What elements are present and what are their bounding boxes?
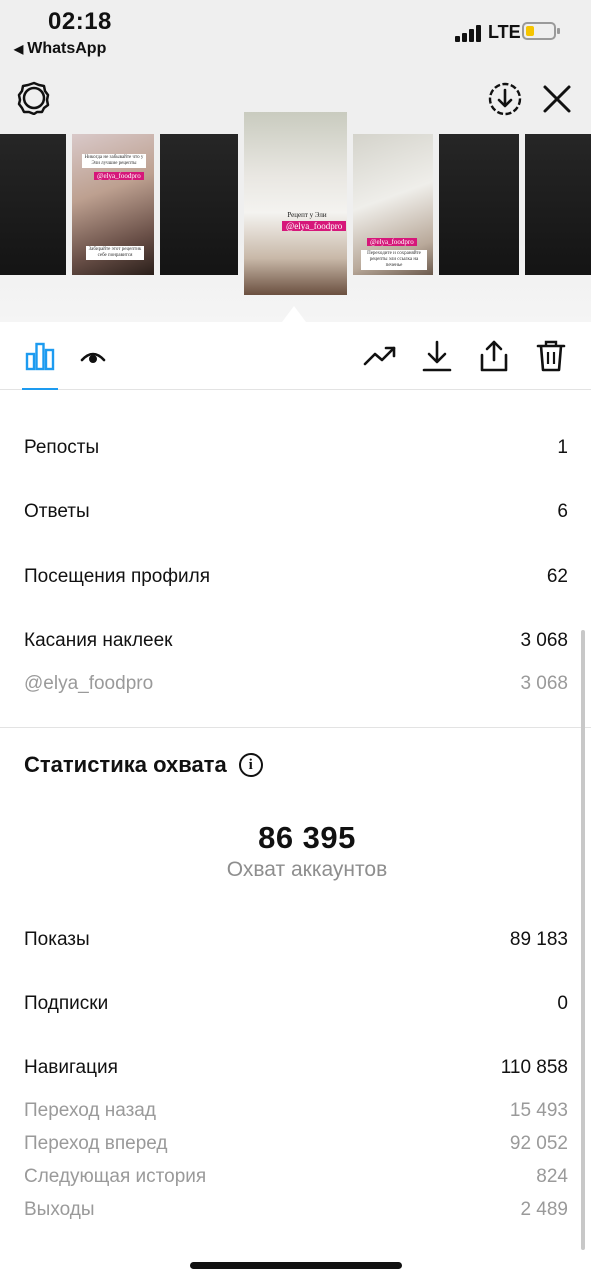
stat-value: 110 858: [500, 1057, 568, 1078]
reach-section-title: Статистика охвата i: [24, 752, 263, 778]
stat-label: @elya_foodpro: [24, 673, 154, 694]
story-thumbnail[interactable]: [439, 134, 519, 275]
active-tab-indicator: [22, 388, 58, 390]
back-arrow-icon: ◀: [14, 42, 24, 56]
story-mention-sticker: @elya_foodpro: [367, 238, 417, 246]
signal-bars-icon: [455, 24, 481, 42]
stat-row-sticker-taps: Касания наклеек 3 068: [24, 628, 568, 654]
accounts-reached-value: 86 395: [258, 820, 356, 855]
story-thumbnail[interactable]: @elya_foodpro Переходите и сохраняйте ре…: [353, 134, 433, 275]
stat-label: Ответы: [24, 501, 90, 522]
insights-tab-bar: [0, 322, 591, 390]
stat-row-follows: Подписки 0: [24, 991, 568, 1017]
stat-value: 92 052: [509, 1133, 568, 1154]
stat-label: Навигация: [24, 1057, 118, 1078]
stat-row-impressions: Показы 89 183: [24, 927, 568, 953]
stat-value: 824: [536, 1166, 568, 1187]
story-caption: Рецепт у Эли: [287, 211, 327, 219]
stat-subrow-exits: Выходы 2 489: [24, 1197, 568, 1223]
stat-row-profile-visits: Посещения профиля 62: [24, 564, 568, 590]
download-icon[interactable]: [419, 338, 455, 374]
section-divider: [0, 727, 591, 728]
stat-value: 3 068: [520, 673, 568, 694]
status-time: 02:18: [48, 8, 112, 35]
stat-value: 2 489: [520, 1199, 568, 1220]
story-thumbnail[interactable]: [160, 134, 238, 275]
stat-label: Следующая история: [24, 1166, 207, 1187]
story-thumbnails-strip[interactable]: Никогда не забывайте что у Эли лучшие ре…: [0, 112, 591, 302]
stat-value: 15 493: [509, 1100, 568, 1121]
story-note-text: Переходите и сохраняйте рецепты эли ссыл…: [361, 250, 427, 270]
stat-subrow-next-story: Следующая история 824: [24, 1164, 568, 1190]
story-preview-area: 02:18 ◀ WhatsApp LTE Никогда не забывайт…: [0, 0, 591, 322]
stat-value: 0: [557, 993, 568, 1014]
story-thumbnail[interactable]: [525, 134, 591, 275]
stat-value: 6: [557, 501, 568, 522]
status-bar: 02:18 ◀ WhatsApp LTE: [0, 0, 591, 70]
stat-label: Посещения профиля: [24, 566, 210, 587]
selected-story-pointer: [282, 306, 306, 322]
stat-label: Переход назад: [24, 1100, 156, 1121]
accounts-reached-label: Охват аккаунтов: [226, 858, 388, 881]
battery-icon: [522, 22, 560, 40]
promote-trend-icon[interactable]: [362, 338, 398, 374]
viewers-eye-icon[interactable]: [78, 342, 108, 372]
story-note-text: Забирайте этот рецептик себе понравится: [86, 246, 144, 260]
stat-label: Репосты: [24, 437, 100, 458]
home-indicator[interactable]: [190, 1262, 402, 1269]
stat-value: 62: [546, 566, 568, 587]
insights-bar-chart-icon[interactable]: [22, 338, 58, 374]
stat-subrow-mention-sticker: @elya_foodpro 3 068: [24, 671, 568, 697]
stat-row-replies: Ответы 6: [24, 499, 568, 525]
stat-value: 1: [557, 437, 568, 458]
scrollbar[interactable]: [581, 630, 585, 1250]
settings-gear-icon[interactable]: [16, 80, 52, 116]
trash-icon[interactable]: [533, 338, 569, 374]
info-icon[interactable]: i: [238, 753, 263, 777]
stat-label: Переход вперед: [24, 1133, 168, 1154]
back-to-app-link[interactable]: ◀ WhatsApp: [14, 40, 106, 58]
stat-value: 3 068: [520, 630, 568, 651]
stat-subrow-forward: Переход вперед 92 052: [24, 1131, 568, 1157]
stat-subrow-back: Переход назад 15 493: [24, 1098, 568, 1124]
story-mention-sticker: @elya_foodpro: [282, 221, 347, 231]
share-icon[interactable]: [476, 338, 512, 374]
story-thumbnail[interactable]: Никогда не забывайте что у Эли лучшие ре…: [72, 134, 154, 275]
stat-label: Показы: [24, 929, 90, 950]
story-thumbnail-selected[interactable]: Рецепт у Эли @elya_foodpro: [244, 112, 347, 295]
reach-title-text: Статистика охвата: [24, 752, 227, 777]
story-thumbnail[interactable]: [0, 134, 66, 275]
stat-label: Выходы: [24, 1199, 95, 1220]
network-type: LTE: [488, 22, 521, 42]
story-mention-sticker: @elya_foodpro: [94, 172, 144, 180]
stat-row-reposts: Репосты 1: [24, 435, 568, 461]
stat-label: Касания наклеек: [24, 630, 173, 651]
stat-value: 89 183: [509, 929, 568, 950]
back-app-label: WhatsApp: [27, 40, 107, 57]
story-note-text: Никогда не забывайте что у Эли лучшие ре…: [82, 154, 146, 168]
stat-label: Подписки: [24, 993, 109, 1014]
stat-row-navigation: Навигация 110 858: [24, 1055, 568, 1081]
